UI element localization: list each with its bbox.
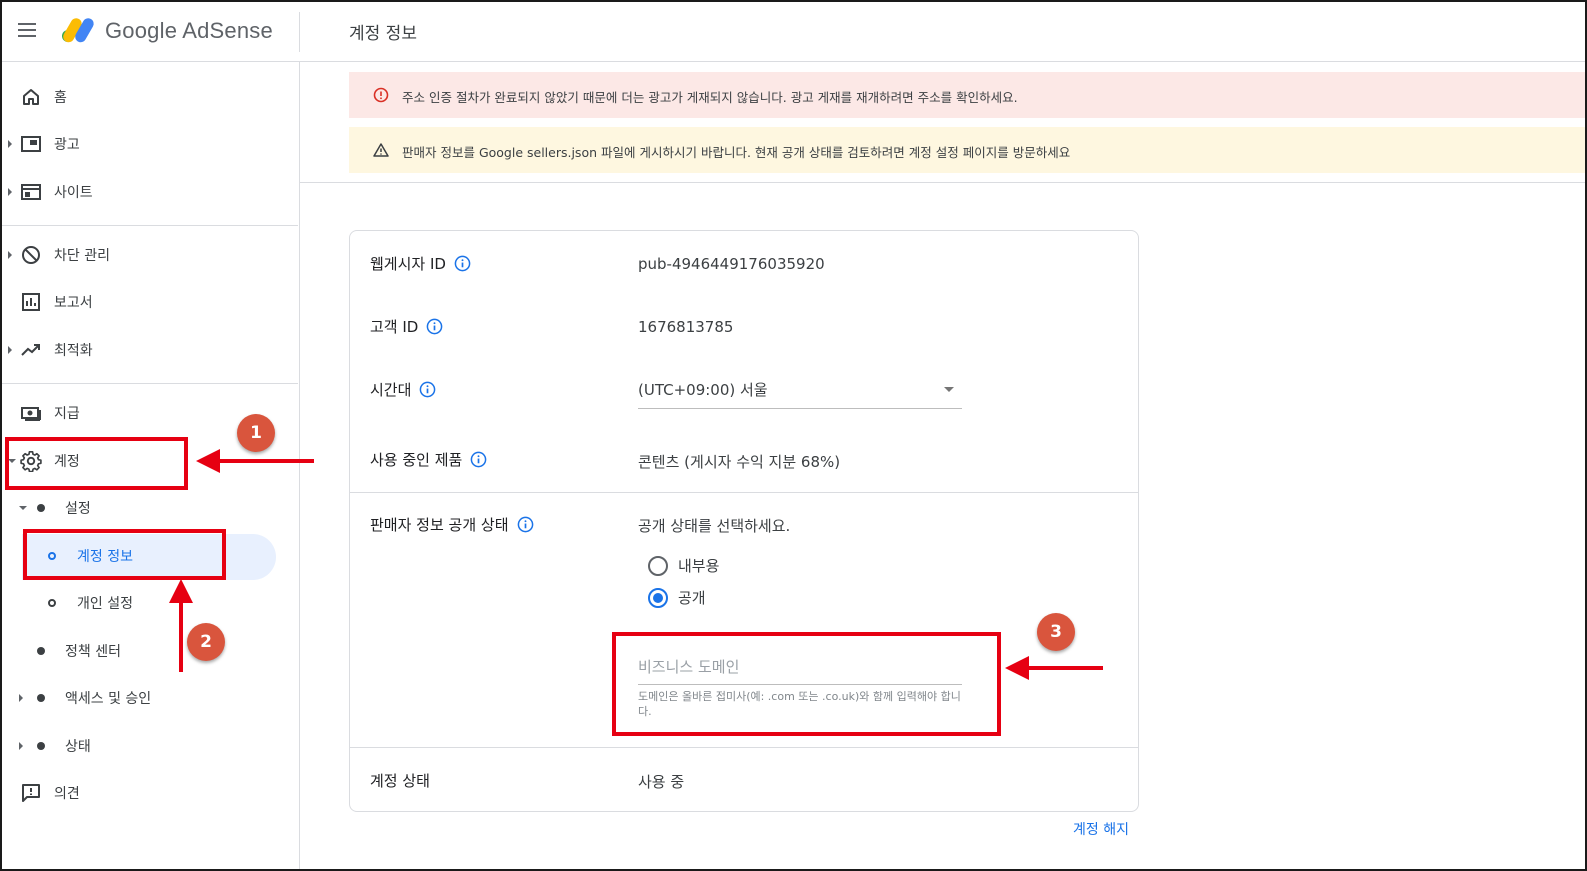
- step-badge-2: 2: [187, 623, 225, 661]
- arrow-head: [169, 579, 193, 603]
- step-badge-3: 3: [1037, 613, 1075, 651]
- arrow-head: [1005, 656, 1029, 680]
- arrow-head: [196, 449, 220, 473]
- step-badge-1: 1: [237, 414, 275, 452]
- app-window: Google AdSense 계정 정보 홈 광고 사이트 차단 관리 보고서 …: [0, 0, 1587, 871]
